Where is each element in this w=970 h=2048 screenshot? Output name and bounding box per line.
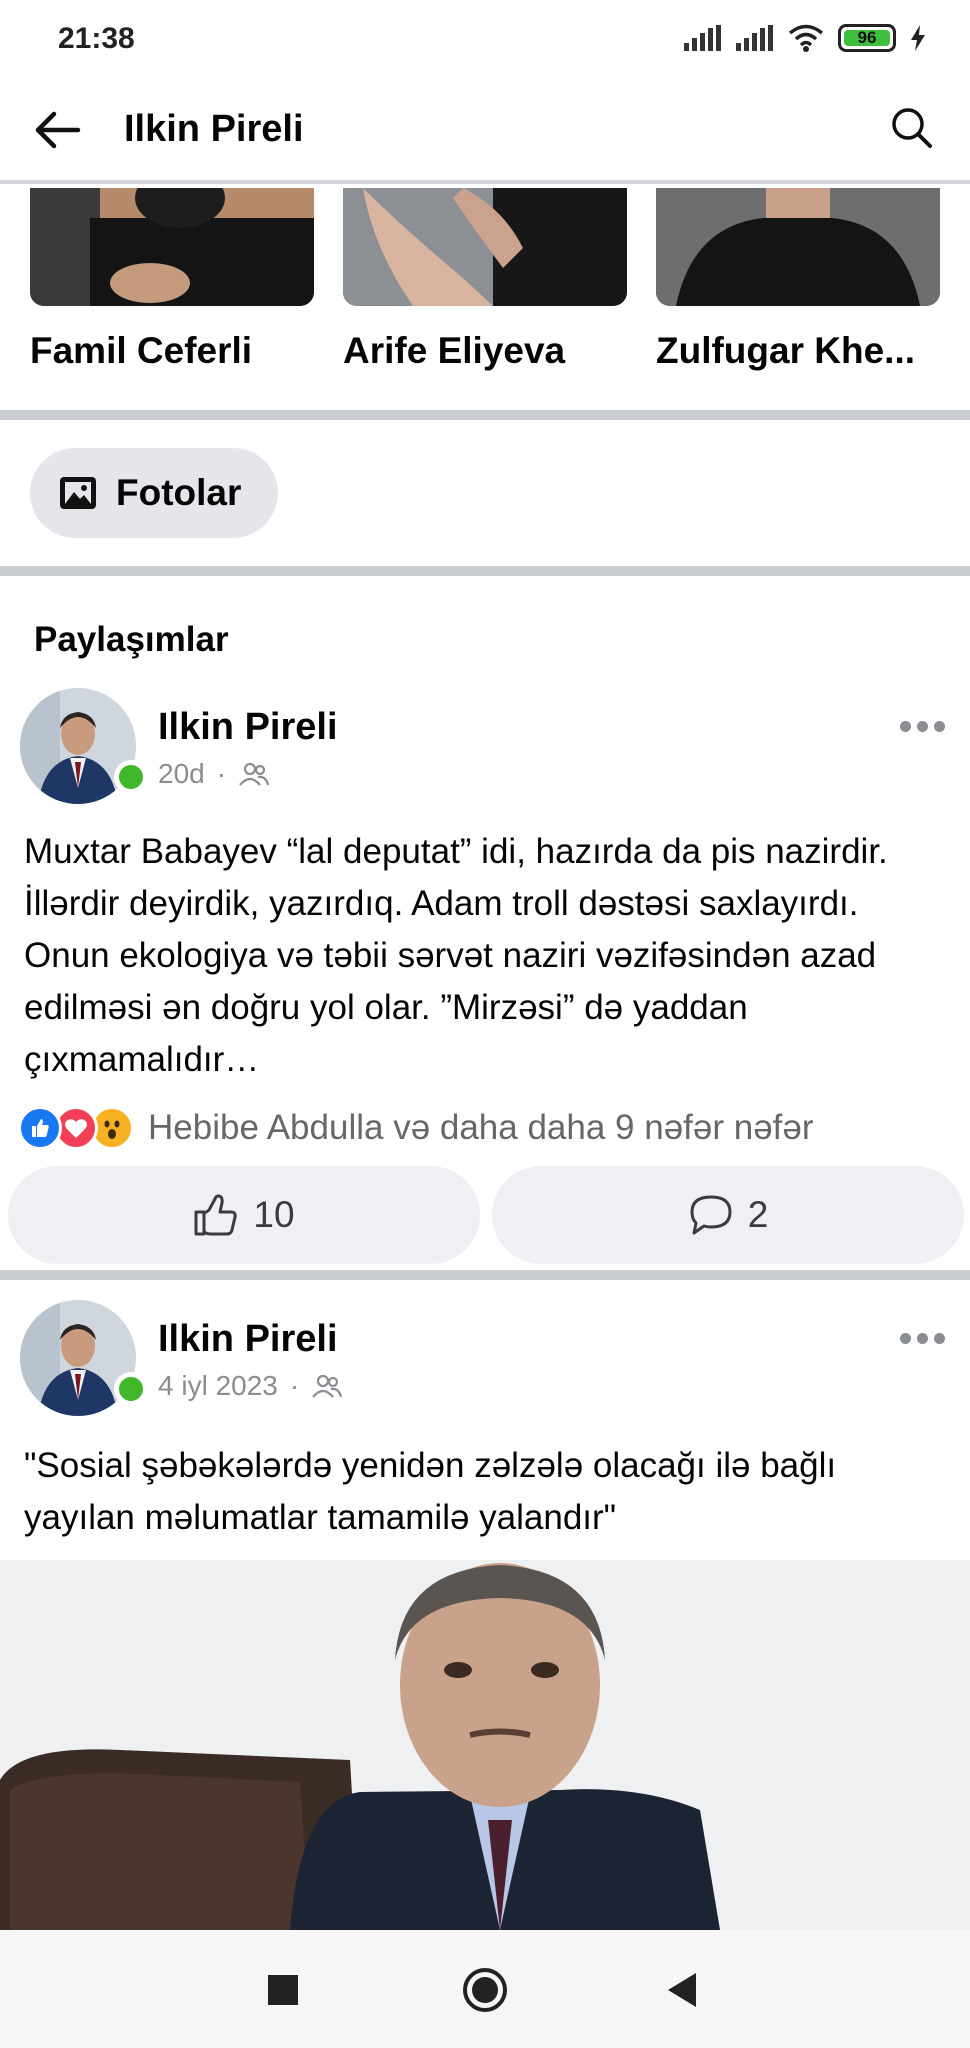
more-dot-icon [934, 720, 945, 732]
section-divider [0, 566, 970, 576]
comment-icon [690, 1195, 732, 1235]
friend-name[interactable]: Arife Eliyeva [343, 330, 627, 372]
friend-name[interactable]: Zulfugar Khe... [656, 330, 940, 372]
more-dot-icon [900, 1332, 911, 1344]
signal-icon [684, 25, 721, 51]
post-meta: 20d · [158, 758, 270, 790]
recents-button[interactable] [253, 1960, 313, 2020]
system-nav-bar [0, 1930, 970, 2048]
online-status-dot [114, 1372, 148, 1406]
home-button[interactable] [455, 1960, 515, 2020]
search-icon [892, 108, 932, 148]
post-author[interactable]: Ilkin Pireli [158, 706, 338, 749]
more-dot-icon [917, 1332, 928, 1344]
comment-button[interactable]: 2 [492, 1166, 964, 1264]
posts-section-title: Paylaşımlar [34, 620, 229, 659]
status-icons: 96 [684, 24, 926, 52]
friend-name[interactable]: Famil Ceferli [30, 330, 314, 372]
page-title: Ilkin Pireli [124, 108, 304, 150]
friend-card[interactable]: Famil Ceferli [30, 188, 314, 372]
post-text: "Sosial şəbəkələrdə yenidən zəlzələ olac… [24, 1446, 837, 1537]
thumbs-up-icon [194, 1194, 238, 1236]
meta-separator: · [289, 1370, 300, 1401]
section-divider [0, 1270, 970, 1280]
friends-row: Famil Ceferli Arife Eliyeva Zulfugar Khe… [0, 188, 970, 410]
status-bar: 21:38 96 [0, 0, 970, 80]
meta-separator: · [216, 758, 227, 789]
more-options-button[interactable] [900, 716, 950, 736]
comment-count: 2 [747, 1194, 769, 1235]
more-dot-icon [934, 1332, 945, 1344]
post-time[interactable]: 20d [158, 758, 205, 790]
photos-button-label: Fotolar [116, 472, 242, 513]
charging-icon [911, 25, 925, 51]
arrow-left-icon [35, 111, 81, 149]
search-button[interactable] [888, 104, 944, 160]
friends-audience-icon [239, 762, 270, 786]
more-options-button[interactable] [900, 1328, 950, 1348]
friend-photo[interactable] [656, 188, 940, 306]
photos-icon [60, 477, 96, 509]
battery-level: 96 [857, 28, 877, 47]
more-dot-icon [917, 720, 928, 732]
reactions-summary[interactable]: Hebibe Abdulla və daha daha 9 nəfər nəfə… [18, 1106, 814, 1150]
square-icon [268, 1975, 298, 2005]
post-meta: 4 iyl 2023 · [158, 1370, 343, 1402]
friend-photo[interactable] [30, 188, 314, 306]
triangle-back-icon [668, 1973, 696, 2007]
battery-icon: 96 [838, 24, 896, 52]
friend-photo[interactable] [343, 188, 627, 306]
like-button[interactable]: 10 [8, 1166, 480, 1264]
section-divider [0, 410, 970, 420]
photos-button[interactable]: Fotolar [30, 448, 278, 538]
status-time: 21:38 [58, 22, 135, 55]
post-time[interactable]: 4 iyl 2023 [158, 1370, 278, 1402]
post-author[interactable]: Ilkin Pireli [158, 1318, 338, 1361]
friend-card[interactable]: Arife Eliyeva [343, 188, 627, 372]
like-reaction-icon [18, 1106, 62, 1150]
wifi-icon [788, 24, 824, 52]
post-image[interactable] [0, 1560, 970, 1930]
post-text: Muxtar Babayev “lal deputat” idi, hazırd… [24, 832, 888, 1079]
more-dot-icon [900, 720, 911, 732]
back-nav-button[interactable] [653, 1960, 713, 2020]
signal-icon-2 [736, 25, 773, 51]
back-button[interactable] [30, 104, 90, 160]
online-status-dot [114, 760, 148, 794]
app-bar: Ilkin Pireli [0, 80, 970, 184]
reactions-text[interactable]: Hebibe Abdulla və daha daha 9 nəfər nəfə… [148, 1108, 814, 1148]
like-count: 10 [253, 1194, 295, 1235]
circle-home-icon [463, 1968, 507, 2012]
friends-audience-icon [312, 1374, 343, 1398]
friend-card[interactable]: Zulfugar Khe... [656, 188, 940, 372]
